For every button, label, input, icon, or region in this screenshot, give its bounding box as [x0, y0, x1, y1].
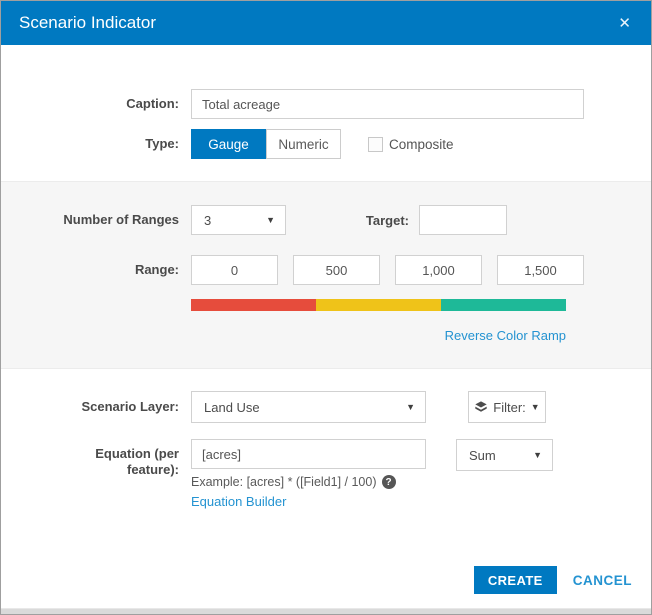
composite-checkbox[interactable]: [368, 136, 383, 152]
composite-label: Composite: [389, 136, 454, 152]
caption-label: Caption:: [126, 96, 179, 111]
help-icon[interactable]: ?: [381, 475, 396, 489]
range-input-1[interactable]: [191, 255, 278, 285]
scenario-layer-value: Land Use: [204, 399, 260, 415]
equation-row: Equation (per feature): Example: [acres]…: [1, 439, 651, 511]
color-ramp: [191, 299, 566, 311]
type-segmented-control: Gauge Numeric: [191, 129, 341, 159]
range-label: Range:: [134, 262, 179, 277]
close-icon[interactable]: ✕: [614, 12, 635, 34]
caption-row: Caption:: [1, 89, 651, 119]
reverse-color-ramp-row: Reverse Color Ramp: [191, 327, 566, 345]
scenario-layer-select[interactable]: Land Use ▼: [191, 391, 426, 423]
range-input-2[interactable]: [293, 255, 380, 285]
target-input[interactable]: [419, 205, 507, 235]
equation-builder-link[interactable]: Equation Builder: [191, 494, 286, 509]
scenario-layer-row: Scenario Layer: Land Use ▼ Filter: ▼: [1, 391, 651, 423]
dialog-footer: CREATE CANCEL: [1, 566, 651, 594]
dialog-title: Scenario Indicator: [19, 13, 157, 32]
caption-input[interactable]: [191, 89, 584, 119]
layers-icon: [474, 400, 488, 414]
dialog-bottom-strip: [1, 608, 651, 614]
equation-label: Equation (per feature):: [95, 446, 179, 477]
scenario-indicator-dialog: Scenario Indicator ✕ Caption: Type: Gaug…: [0, 0, 652, 615]
chevron-down-icon: ▼: [530, 402, 540, 412]
create-button[interactable]: CREATE: [473, 566, 557, 594]
equation-input[interactable]: [191, 439, 426, 469]
type-numeric-button[interactable]: Numeric: [266, 129, 341, 159]
aggregation-value: Sum: [469, 447, 496, 463]
range-row: Range:: [1, 255, 651, 285]
dialog-header: Scenario Indicator ✕: [1, 1, 651, 45]
scenario-layer-label: Scenario Layer:: [81, 399, 179, 414]
range-input-4[interactable]: [497, 255, 584, 285]
number-of-ranges-row: Number of Ranges 3 ▼ Target:: [1, 205, 651, 235]
chevron-down-icon: ▼: [406, 402, 415, 412]
equation-example-line: Example: [acres] * ([Field1] / 100) ?: [191, 475, 451, 489]
filter-button-label: Filter:: [493, 399, 526, 415]
chevron-down-icon: ▼: [533, 450, 542, 460]
color-ramp-segment-yellow: [316, 299, 441, 311]
number-of-ranges-label: Number of Ranges: [63, 212, 179, 227]
cancel-button[interactable]: CANCEL: [573, 573, 632, 588]
aggregation-select[interactable]: Sum ▼: [456, 439, 553, 471]
number-of-ranges-value: 3: [204, 212, 212, 228]
target-label: Target:: [365, 212, 409, 228]
number-of-ranges-select[interactable]: 3 ▼: [191, 205, 286, 235]
type-label: Type:: [145, 136, 179, 151]
equation-builder-row: Equation Builder: [191, 493, 451, 511]
type-gauge-button[interactable]: Gauge: [191, 129, 266, 159]
color-ramp-segment-green: [441, 299, 566, 311]
equation-column: Example: [acres] * ([Field1] / 100) ? Eq…: [191, 439, 451, 511]
type-row: Type: Gauge Numeric Composite: [1, 129, 651, 159]
reverse-color-ramp-link[interactable]: Reverse Color Ramp: [445, 328, 566, 343]
ranges-panel: Number of Ranges 3 ▼ Target: Range: Reve…: [1, 181, 651, 369]
color-ramp-segment-red: [191, 299, 316, 311]
equation-example-text: Example: [acres] * ([Field1] / 100): [191, 475, 377, 489]
range-input-3[interactable]: [395, 255, 482, 285]
chevron-down-icon: ▼: [266, 215, 275, 225]
filter-button[interactable]: Filter: ▼: [468, 391, 546, 423]
